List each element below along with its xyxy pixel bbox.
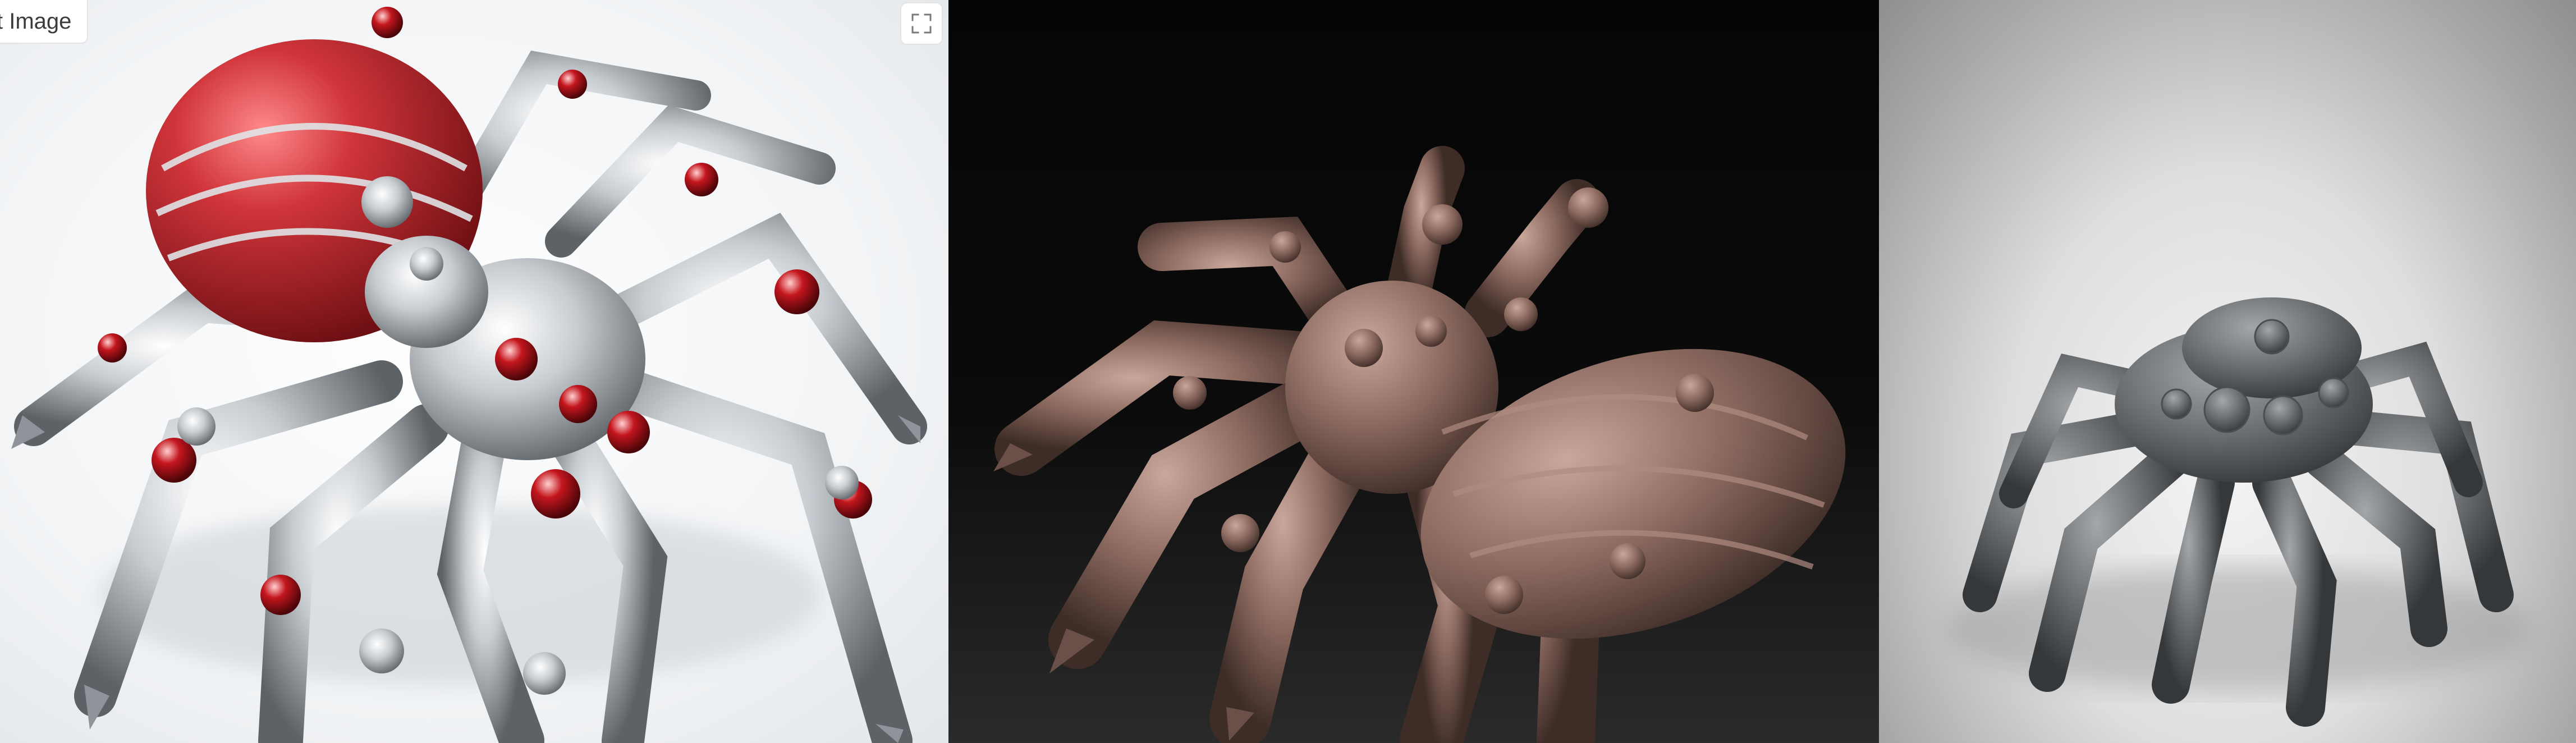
image-label-text: t Image (0, 8, 72, 34)
fullscreen-button[interactable] (900, 2, 943, 45)
fullscreen-icon (911, 13, 932, 34)
clay-spider-illustration (993, 146, 1846, 743)
chrome-spider-illustration (11, 7, 927, 743)
image-panel-1[interactable]: t Image (0, 0, 948, 743)
grey-spider-illustration (1946, 297, 2530, 727)
image-label-badge: t Image (0, 0, 89, 44)
image-panel-3[interactable] (1879, 0, 2576, 743)
image-gallery: t Image (0, 0, 2576, 743)
image-panel-2[interactable] (948, 0, 1879, 743)
